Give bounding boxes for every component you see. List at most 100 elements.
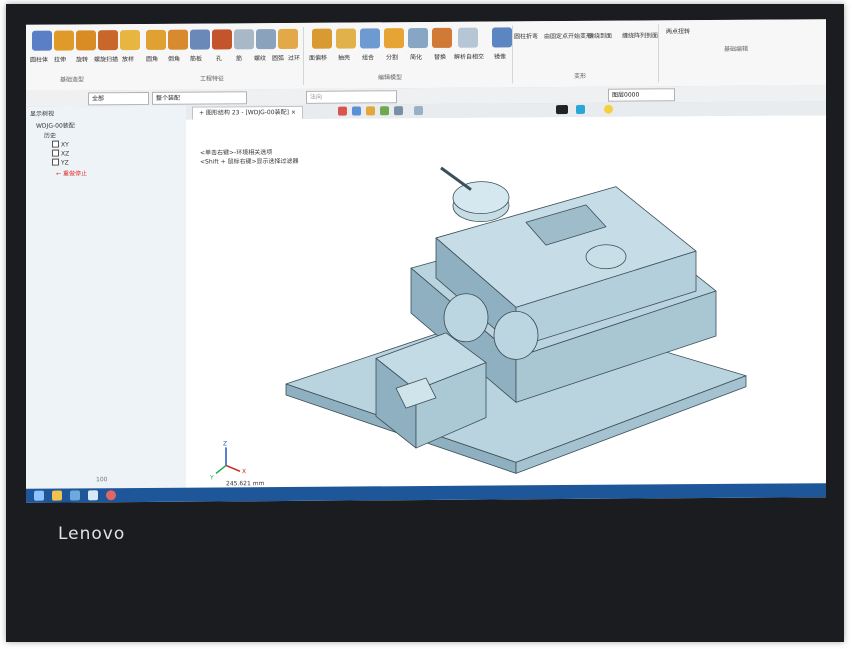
- hole-tool-icon[interactable]: [212, 29, 232, 50]
- ribbon-label-revolve: 旋转: [76, 56, 89, 64]
- group-deform: 变形: [574, 72, 587, 80]
- ribbon-label-shell: 抽壳: [338, 54, 351, 62]
- 3d-viewport[interactable]: <单击右键>-环境相关选项 <Shift + 鼠标右键>显示选择过滤器 X Y …: [186, 115, 826, 488]
- view-tool-icon[interactable]: [380, 106, 389, 116]
- combine-tool-icon[interactable]: [360, 28, 380, 49]
- browser-icon[interactable]: [106, 490, 116, 501]
- output-flange-left[interactable]: [443, 293, 489, 343]
- ribbon-label-loft: 放样: [122, 56, 135, 64]
- replace-tool-icon[interactable]: [432, 27, 452, 48]
- checkbox-icon[interactable]: [52, 140, 59, 148]
- tree-panel: 显示树视 WDJG-00装配 历史 XY XZ YZ ← 重做停止 100: [26, 105, 187, 489]
- view-tool-icon[interactable]: [366, 106, 375, 116]
- arrow-left-icon: ←: [56, 170, 62, 178]
- axis-z-label: Z: [223, 440, 227, 447]
- color-swatch-icon[interactable]: [556, 105, 568, 115]
- self-intersect-tool-icon[interactable]: [458, 27, 478, 48]
- ribbon-label-pass: 过环: [288, 54, 301, 62]
- color-swatch-icon[interactable]: [576, 104, 585, 114]
- chamfer-tool-icon[interactable]: [168, 29, 188, 50]
- thread-tool-icon[interactable]: [234, 29, 254, 50]
- tree-stop-marker[interactable]: ← 重做停止: [56, 168, 87, 177]
- ribbon-label-rib2: 筋: [236, 55, 243, 63]
- normal-select[interactable]: 法向: [306, 90, 397, 104]
- ribbon-label-arc: 圆弧: [272, 54, 285, 63]
- simplify-tool-icon[interactable]: [408, 27, 428, 49]
- tree-history[interactable]: 历史: [44, 131, 56, 140]
- stop-label: 重做停止: [62, 170, 87, 178]
- tree-plane-xy[interactable]: XY: [52, 140, 69, 149]
- ribbon-label-face-offset: 面偏移: [309, 54, 328, 62]
- split-tool-icon[interactable]: [384, 28, 404, 49]
- view-tool-icon[interactable]: [352, 106, 361, 116]
- view-tool-icon[interactable]: [338, 106, 347, 116]
- ribbon-label-replace: 替换: [434, 53, 447, 61]
- ribbon-label-deform: 由固定点开始变形: [544, 32, 593, 41]
- ribbon-label-rib: 筋板: [190, 55, 203, 63]
- extrude-tool-icon[interactable]: [54, 30, 74, 51]
- hex-cap[interactable]: [585, 244, 627, 270]
- ribbon: 圆柱体 拉伸 旋转 螺旋扫描 放样 圆角 倒角 筋板 孔 筋 螺纹 圆弧 过环 …: [26, 19, 826, 92]
- ribbon-label-twist: 两点扭转: [666, 28, 691, 36]
- tree-title: 显示树视: [30, 110, 55, 118]
- view-tool-icon[interactable]: [394, 106, 403, 116]
- face-offset-tool-icon[interactable]: [312, 28, 332, 49]
- revolve-tool-icon[interactable]: [76, 30, 96, 51]
- tree-plane-xz[interactable]: XZ: [52, 149, 70, 158]
- cylinder-tool-icon[interactable]: [32, 30, 52, 51]
- folder-icon[interactable]: [52, 490, 62, 501]
- document-tab-label: + 图形结构 23 - [WDJG-00装配]: [199, 108, 289, 117]
- plane-label: YZ: [61, 159, 69, 167]
- axis-y-label: Y: [209, 474, 214, 481]
- tree-root[interactable]: WDJG-00装配: [36, 120, 75, 129]
- bulb-icon[interactable]: [604, 104, 613, 114]
- rib-tool-icon[interactable]: [190, 29, 210, 50]
- ribbon-label-thread: 螺纹: [254, 55, 267, 63]
- cad-app-icon[interactable]: [88, 490, 98, 501]
- start-icon[interactable]: [34, 490, 44, 501]
- shell-tool-icon[interactable]: [336, 28, 356, 49]
- monitor-brand-logo: Lenovo: [58, 524, 126, 544]
- assembly-model[interactable]: X Y Z 245.621 mm: [186, 115, 826, 487]
- ribbon-label-cylinder: 圆柱体: [30, 56, 49, 64]
- ribbon-label-self-intersect: 解析自相交: [454, 53, 485, 61]
- group-basic-modeling: 基础造型: [60, 76, 85, 84]
- fillet-tool-icon[interactable]: [146, 29, 166, 50]
- checkbox-icon[interactable]: [52, 149, 59, 157]
- ribbon-label-combine: 组合: [362, 54, 375, 62]
- helix-sweep-tool-icon[interactable]: [98, 30, 118, 51]
- tree-plane-yz[interactable]: YZ: [52, 158, 69, 167]
- ribbon-label-chamfer: 倒角: [168, 55, 181, 63]
- pass-tool-icon[interactable]: [278, 28, 298, 50]
- app-icon[interactable]: [70, 490, 80, 501]
- ribbon-label-bend: 圆柱折弯: [514, 33, 539, 41]
- document-tab[interactable]: + 图形结构 23 - [WDJG-00装配] ×: [192, 105, 303, 120]
- checkbox-icon[interactable]: [52, 158, 59, 166]
- ribbon-label-hole: 孔: [216, 55, 223, 63]
- filter-select[interactable]: 全部: [88, 91, 149, 106]
- loft-tool-icon[interactable]: [120, 29, 140, 51]
- ribbon-label-fillet: 圆角: [146, 55, 159, 63]
- plane-label: XZ: [61, 150, 70, 158]
- top-cap-face[interactable]: [452, 181, 510, 215]
- plane-label: XY: [61, 141, 69, 149]
- assembly-select[interactable]: 整个装配: [152, 91, 247, 105]
- ribbon-label-mirror: 镜像: [494, 53, 507, 61]
- close-icon[interactable]: ×: [291, 109, 296, 116]
- ribbon-label-extrude: 拉伸: [54, 56, 67, 64]
- ribbon-label-wrap-array: 缠绕阵列到面: [622, 32, 659, 40]
- ribbon-label-helix: 螺旋扫描: [94, 56, 119, 64]
- ribbon-label-simplify: 简化: [410, 54, 423, 62]
- arc-tool-icon[interactable]: [256, 29, 276, 50]
- monitor-photo: 圆柱体 拉伸 旋转 螺旋扫描 放样 圆角 倒角 筋板 孔 筋 螺纹 圆弧 过环 …: [6, 4, 844, 642]
- group-basic-edit: 基础编辑: [724, 45, 749, 53]
- output-flange-right[interactable]: [493, 310, 539, 360]
- group-edit-model: 编辑模型: [378, 74, 403, 82]
- view-tool-icon[interactable]: [414, 106, 423, 116]
- ribbon-label-split: 分割: [386, 54, 399, 62]
- shift-lever[interactable]: [440, 166, 472, 191]
- tree-footer: 100: [96, 476, 108, 484]
- ribbon-label-wrap-face: 缠绕到面: [588, 32, 613, 40]
- layer-select[interactable]: 图层0000: [608, 88, 675, 102]
- mirror-tool-icon[interactable]: [492, 27, 512, 48]
